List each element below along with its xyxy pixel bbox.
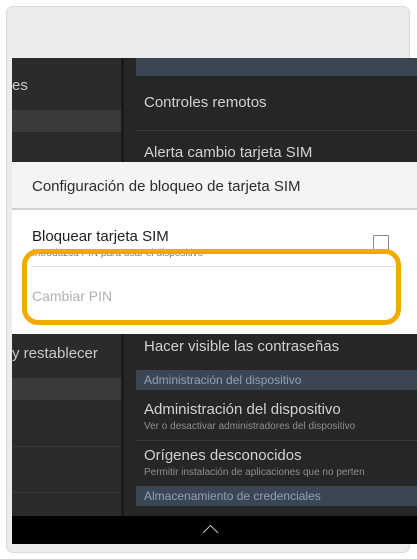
category-header	[12, 378, 121, 400]
sim-change-alert-item[interactable]: Alerta cambio tarjeta SIM	[144, 144, 312, 161]
section-header-admin: Administración del dispositivo	[136, 370, 417, 390]
category-item-label: y restablecer	[12, 345, 98, 362]
remote-controls-item[interactable]: Controles remotos	[144, 94, 267, 111]
divider	[136, 130, 417, 131]
section-header	[136, 58, 417, 76]
device-admin-item[interactable]: Administración del dispositivo	[144, 401, 341, 418]
change-pin-highlight	[22, 249, 401, 325]
divider	[136, 440, 417, 441]
category-item[interactable]	[12, 400, 121, 447]
show-passwords-item[interactable]: Hacer visible las contraseñas	[144, 338, 339, 355]
dialog-title: Configuración de bloqueo de tarjeta SIM	[32, 178, 301, 195]
category-item[interactable]	[12, 132, 121, 163]
lock-sim-label: Bloquear tarjeta SIM	[32, 228, 169, 245]
chevron-up-icon[interactable]	[202, 524, 219, 541]
device-admin-subtitle: Ver o desactivar administradores del dis…	[144, 421, 356, 432]
category-item-label: es	[12, 77, 28, 94]
category-item-reset[interactable]: y restablecer	[12, 334, 121, 379]
category-header	[12, 110, 121, 132]
unknown-sources-item[interactable]: Orígenes desconocidos	[144, 447, 302, 464]
category-item[interactable]	[12, 446, 121, 493]
unknown-sources-subtitle: Permitir instalación de aplicaciones que…	[144, 467, 365, 478]
system-navigation-bar	[12, 516, 417, 544]
category-item[interactable]: es	[12, 58, 121, 111]
section-header-credentials: Almacenamiento de credenciales	[136, 486, 417, 506]
